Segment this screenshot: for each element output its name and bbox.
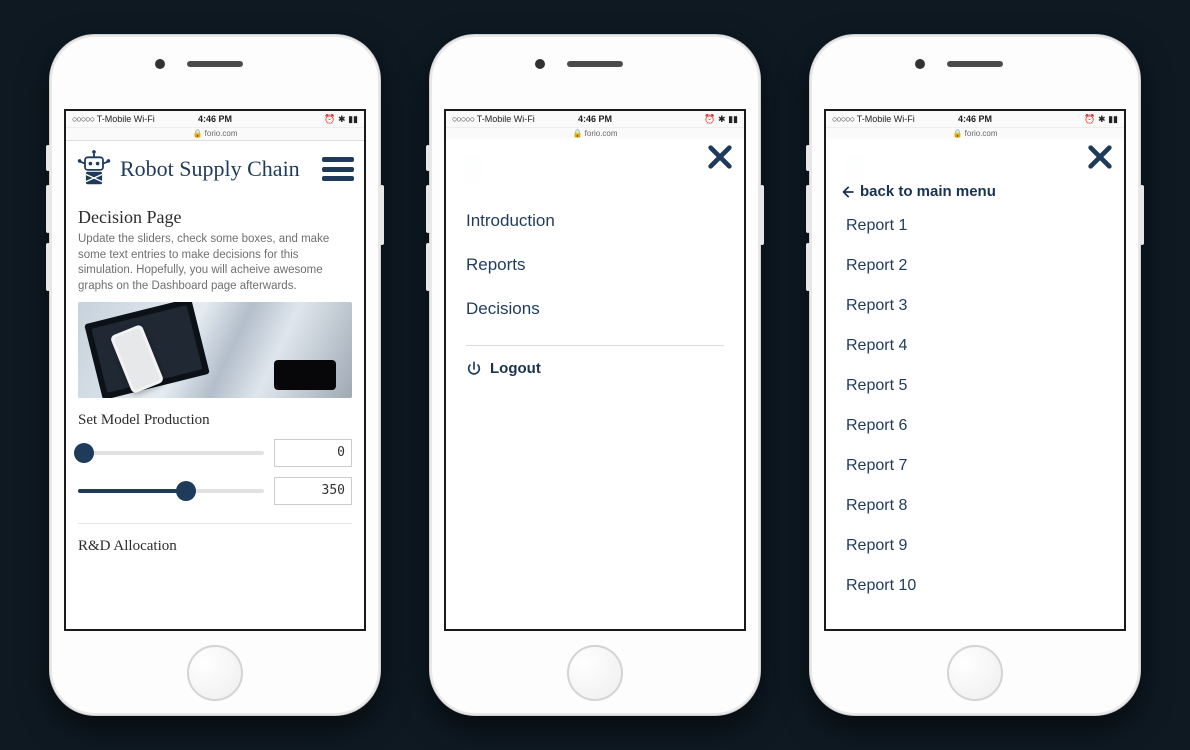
slider-1[interactable]: [78, 451, 264, 455]
divider: [78, 523, 352, 524]
home-button[interactable]: [947, 645, 1003, 701]
robot-icon: [76, 149, 112, 189]
status-right-icons: ⏰ ✱ ▮▮: [324, 114, 358, 125]
section-title-production: Set Model Production: [78, 412, 352, 429]
menu-item-reports[interactable]: Reports: [446, 243, 744, 287]
slider-1-value-input[interactable]: 0: [274, 439, 352, 467]
report-item-6[interactable]: Report 6: [826, 406, 1124, 446]
menu-separator: [466, 345, 724, 346]
slider-2[interactable]: [78, 489, 264, 493]
carrier-label: T-Mobile Wi-Fi: [97, 114, 155, 124]
report-item-10[interactable]: Report 10: [826, 566, 1124, 606]
brand: Robot Supply Chain: [76, 149, 300, 189]
carrier-label: T-Mobile Wi-Fi: [857, 114, 915, 124]
slider-thumb-2[interactable]: [176, 481, 196, 501]
home-button[interactable]: [187, 645, 243, 701]
report-item-1[interactable]: Report 1: [826, 206, 1124, 246]
report-item-4[interactable]: Report 4: [826, 326, 1124, 366]
ios-statusbar: ○○○○○ T-Mobile Wi-Fi 4:46 PM ⏰ ✱ ▮▮: [66, 111, 364, 128]
status-right-icons: ⏰ ✱ ▮▮: [704, 114, 738, 125]
report-item-7[interactable]: Report 7: [826, 446, 1124, 486]
phone-mockup-2: ○○○○○ T-Mobile Wi-Fi 4:46 PM ⏰ ✱ ▮▮ 🔒 fo…: [429, 34, 761, 716]
stage: ○○○○○ T-Mobile Wi-Fi 4:46 PM ⏰ ✱ ▮▮ 🔒 fo…: [0, 0, 1190, 750]
report-item-2[interactable]: Report 2: [826, 246, 1124, 286]
screen-3: ○○○○○ T-Mobile Wi-Fi 4:46 PM ⏰ ✱ ▮▮ 🔒 fo…: [824, 109, 1126, 631]
menu-item-introduction[interactable]: Introduction: [446, 199, 744, 243]
close-icon[interactable]: [706, 143, 734, 176]
screen-2: ○○○○○ T-Mobile Wi-Fi 4:46 PM ⏰ ✱ ▮▮ 🔒 fo…: [444, 109, 746, 631]
power-icon: [466, 361, 482, 377]
logout-label: Logout: [490, 360, 541, 377]
section-title-rnd: R&D Allocation: [78, 538, 352, 555]
slider-row-2: 350: [78, 477, 352, 505]
clock-label: 4:46 PM: [578, 114, 612, 124]
app-header: Robot Supply Chain: [66, 141, 364, 197]
report-item-9[interactable]: Report 9: [826, 526, 1124, 566]
ios-statusbar: ○○○○○ T-Mobile Wi-Fi 4:46 PM ⏰ ✱ ▮▮: [446, 111, 744, 128]
phone-mockup-1: ○○○○○ T-Mobile Wi-Fi 4:46 PM ⏰ ✱ ▮▮ 🔒 fo…: [49, 34, 381, 716]
clock-label: 4:46 PM: [958, 114, 992, 124]
slider-row-1: 0: [78, 439, 352, 467]
url-label: forio.com: [585, 129, 618, 138]
brand-title: Robot Supply Chain: [120, 157, 300, 180]
status-right-icons: ⏰ ✱ ▮▮: [1084, 114, 1118, 125]
hero-image: [78, 302, 352, 398]
slider-2-value-input[interactable]: 350: [274, 477, 352, 505]
arrow-left-icon: [840, 185, 854, 199]
browser-urlbar: 🔒 forio.com: [66, 128, 364, 141]
page-title: Decision Page: [78, 207, 352, 228]
url-label: forio.com: [205, 129, 238, 138]
menu-overlay: Introduction Reports Decisions Logout: [446, 139, 744, 629]
url-label: forio.com: [965, 129, 998, 138]
ios-statusbar: ○○○○○ T-Mobile Wi-Fi 4:46 PM ⏰ ✱ ▮▮: [826, 111, 1124, 128]
clock-label: 4:46 PM: [198, 114, 232, 124]
screen-1: ○○○○○ T-Mobile Wi-Fi 4:46 PM ⏰ ✱ ▮▮ 🔒 fo…: [64, 109, 366, 631]
report-item-3[interactable]: Report 3: [826, 286, 1124, 326]
menu-item-decisions[interactable]: Decisions: [446, 287, 744, 331]
page-description: Update the sliders, check some boxes, an…: [78, 232, 352, 294]
phone-mockup-3: ○○○○○ T-Mobile Wi-Fi 4:46 PM ⏰ ✱ ▮▮ 🔒 fo…: [809, 34, 1141, 716]
back-label: back to main menu: [860, 183, 996, 200]
back-to-main-link[interactable]: back to main menu: [840, 183, 1124, 200]
report-item-8[interactable]: Report 8: [826, 486, 1124, 526]
menu-hamburger-icon[interactable]: [322, 157, 354, 181]
slider-thumb-1[interactable]: [74, 443, 94, 463]
home-button[interactable]: [567, 645, 623, 701]
logout-button[interactable]: Logout: [446, 360, 744, 377]
main-menu-list: Introduction Reports Decisions Logout: [446, 199, 744, 377]
carrier-label: T-Mobile Wi-Fi: [477, 114, 535, 124]
submenu-overlay: back to main menu Report 1 Report 2 Repo…: [826, 139, 1124, 629]
report-item-5[interactable]: Report 5: [826, 366, 1124, 406]
close-icon[interactable]: [1086, 143, 1114, 176]
report-list: Report 1 Report 2 Report 3 Report 4 Repo…: [826, 206, 1124, 606]
